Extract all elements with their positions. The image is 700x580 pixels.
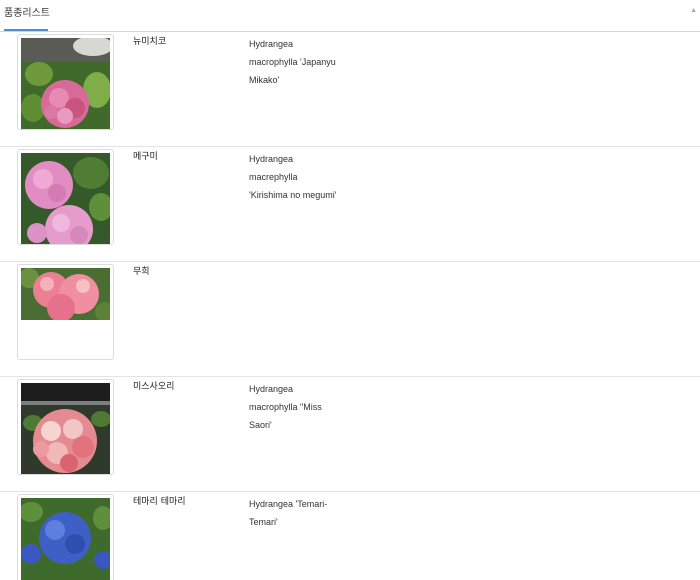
scientific-name-line: macrophylla "Miss: [249, 402, 322, 412]
scientific-name-line: Hydrangea: [249, 154, 294, 164]
hydrangea-photo-icon: [21, 498, 110, 580]
variety-photo[interactable]: [17, 494, 114, 580]
scientific-name-line: Mikako': [249, 75, 280, 85]
variety-name[interactable]: 뉴미치코: [133, 35, 166, 49]
scientific-name: Hydrangea macrephylla 'Kirishima no megu…: [249, 150, 345, 204]
tab-bar: 품종리스트 ▲: [0, 0, 700, 32]
scientific-name-line: macrophylla 'Japanyu: [249, 57, 336, 67]
scientific-name-line: Saori': [249, 420, 272, 430]
variety-photo[interactable]: [17, 264, 114, 360]
hydrangea-photo-icon: [21, 268, 110, 320]
scientific-name-line: macrephylla: [249, 172, 298, 182]
scientific-name-line: Hydrangea: [249, 384, 294, 394]
list-item[interactable]: 미스사오리 Hydrangea macrophylla "Miss Saori': [0, 377, 700, 492]
scroll-up-icon[interactable]: ▲: [690, 7, 697, 14]
scientific-name-line: Hydrangea: [249, 39, 294, 49]
variety-photo[interactable]: [17, 379, 114, 475]
active-tab-indicator: [4, 29, 48, 31]
scientific-name: Hydrangea macrophylla 'Japanyu Mikako': [249, 35, 345, 89]
hydrangea-photo-icon: [21, 383, 110, 474]
scientific-name-line: Hydrangea 'Temari-: [249, 499, 328, 509]
hydrangea-photo-icon: [21, 153, 110, 244]
variety-name[interactable]: 메구미: [133, 150, 158, 164]
variety-photo[interactable]: [17, 34, 114, 130]
scientific-name-line: 'Kirishima no megumi': [249, 190, 337, 200]
list-item[interactable]: 무희: [0, 262, 700, 377]
scientific-name: Hydrangea 'Temari- Temari': [249, 495, 345, 531]
list-item[interactable]: 뉴미치코 Hydrangea macrophylla 'Japanyu Mika…: [0, 32, 700, 147]
hydrangea-photo-icon: [21, 38, 110, 129]
scientific-name: Hydrangea macrophylla "Miss Saori': [249, 380, 345, 434]
tab-variety-list[interactable]: 품종리스트: [0, 0, 54, 31]
scientific-name-line: Temari': [249, 517, 278, 527]
list-item[interactable]: 테마리 테마리 Hydrangea 'Temari- Temari': [0, 492, 700, 580]
variety-name[interactable]: 테마리 테마리: [133, 495, 186, 509]
variety-photo[interactable]: [17, 149, 114, 245]
variety-name[interactable]: 미스사오리: [133, 380, 174, 394]
variety-list: 뉴미치코 Hydrangea macrophylla 'Japanyu Mika…: [0, 32, 700, 580]
variety-name[interactable]: 무희: [133, 265, 150, 279]
list-item[interactable]: 메구미 Hydrangea macrephylla 'Kirishima no …: [0, 147, 700, 262]
